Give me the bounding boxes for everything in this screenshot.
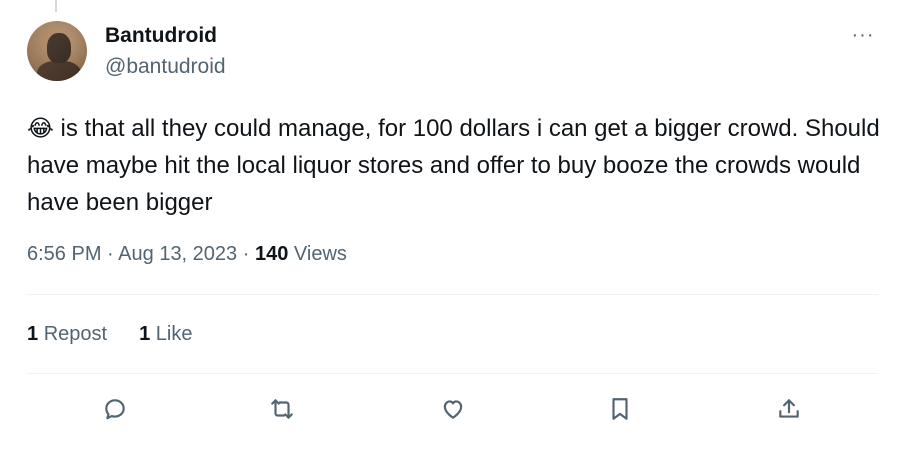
thread-connector-line bbox=[55, 0, 57, 12]
author-handle[interactable]: @bantudroid bbox=[105, 55, 226, 79]
author-display-name[interactable]: Bantudroid bbox=[105, 24, 217, 48]
views-label: Views bbox=[293, 243, 347, 265]
meta-separator: · bbox=[242, 243, 250, 265]
share-button[interactable] bbox=[769, 389, 809, 429]
like-icon bbox=[443, 400, 463, 419]
tweet-text: 😂 is that all they could manage, for 100… bbox=[27, 110, 887, 221]
likes-count: 1 bbox=[139, 323, 151, 345]
repost-button[interactable] bbox=[262, 389, 302, 429]
divider bbox=[27, 373, 878, 374]
meta-separator: · bbox=[107, 243, 114, 265]
action-bar bbox=[27, 389, 878, 429]
tweet-body: is that all they could manage, for 100 d… bbox=[27, 115, 880, 216]
reposts-count: 1 bbox=[27, 323, 39, 345]
views-count: 140 bbox=[254, 243, 289, 265]
like-button[interactable] bbox=[433, 389, 473, 429]
tweet-date[interactable]: Aug 13, 2023 bbox=[118, 243, 237, 265]
share-icon bbox=[779, 399, 799, 418]
reposts-label: Repost bbox=[43, 323, 108, 345]
tweet-meta: 6:56 PM · Aug 13, 2023 · 140 Views bbox=[27, 243, 347, 266]
more-options-icon[interactable]: ··· bbox=[846, 22, 880, 48]
bookmark-button[interactable] bbox=[600, 389, 640, 429]
engagement-stats: 1 Repost 1 Like bbox=[27, 323, 192, 346]
avatar-texture bbox=[27, 21, 87, 81]
tweet-emoji: 😂 bbox=[27, 115, 54, 141]
reply-button[interactable] bbox=[95, 389, 135, 429]
avatar[interactable] bbox=[27, 21, 87, 81]
tweet-time[interactable]: 6:56 PM bbox=[27, 243, 101, 265]
bookmark-icon bbox=[612, 398, 628, 420]
reply-icon bbox=[105, 399, 125, 420]
divider bbox=[27, 294, 878, 295]
likes-label: Like bbox=[155, 323, 193, 345]
reposts-stat[interactable]: 1 Repost bbox=[27, 323, 107, 346]
likes-stat[interactable]: 1 Like bbox=[139, 323, 192, 346]
repost-icon bbox=[271, 399, 293, 419]
